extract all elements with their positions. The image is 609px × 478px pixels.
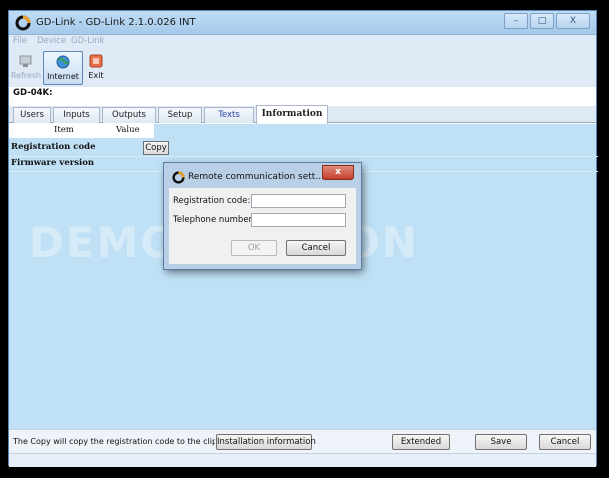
gd-link-logo-icon — [172, 171, 185, 184]
tab-outputs[interactable]: Outputs — [102, 107, 156, 123]
row-registration-code: Registration code — [11, 142, 96, 152]
tab-information[interactable]: Information — [256, 105, 328, 124]
internet-globe-icon — [56, 55, 70, 69]
row-firmware-version: Firmware version — [11, 158, 95, 168]
close-button[interactable]: X — [556, 13, 590, 29]
copy-hint-text: The Copy will copy the registration code… — [13, 437, 215, 446]
remote-communication-dialog: Remote communication sett... x Registrat… — [163, 162, 362, 270]
table-header: Item Value — [9, 124, 154, 138]
title-bar[interactable]: GD-Link - GD-Link 2.1.0.026 INT – □ X — [9, 11, 596, 35]
column-value: Value — [116, 125, 140, 135]
tab-users[interactable]: Users — [13, 107, 51, 123]
tab-bar: Users Inputs Outputs Setup Texts Informa… — [9, 105, 596, 124]
status-bar — [9, 453, 596, 467]
copy-button[interactable]: Copy — [143, 141, 169, 155]
exit-label: Exit — [88, 71, 104, 80]
toolbar: Refresh Internet Exit — [9, 49, 596, 87]
refresh-button[interactable]: Refresh — [11, 51, 41, 85]
tab-inputs[interactable]: Inputs — [53, 107, 100, 123]
registration-code-input[interactable] — [251, 194, 346, 208]
exit-icon — [89, 54, 103, 68]
menu-bar: File Device GD-Link — [9, 35, 596, 49]
cancel-button[interactable]: Cancel — [539, 434, 591, 450]
menu-gd-link[interactable]: GD-Link — [71, 36, 105, 46]
dialog-cancel-button[interactable]: Cancel — [286, 240, 346, 256]
telephone-number-input[interactable] — [251, 213, 346, 227]
tab-texts[interactable]: Texts — [204, 107, 254, 123]
column-item: Item — [54, 125, 74, 135]
internet-label: Internet — [47, 72, 79, 81]
refresh-label: Refresh — [10, 71, 42, 80]
device-label: GD-04K: — [13, 88, 53, 98]
dialog-body: Registration code: Telephone number: OK … — [169, 188, 356, 264]
tab-setup[interactable]: Setup — [158, 107, 202, 123]
menu-device[interactable]: Device — [37, 36, 66, 46]
menu-file[interactable]: File — [13, 36, 27, 46]
installation-information-button[interactable]: Installation information — [216, 434, 316, 450]
bottom-bar: The Copy will copy the registration code… — [9, 429, 596, 453]
telephone-number-label: Telephone number: — [173, 215, 255, 225]
save-button[interactable]: Save — [475, 434, 527, 450]
registration-code-label: Registration code: — [173, 196, 251, 206]
dialog-title: Remote communication sett... — [188, 172, 324, 182]
app-window: GD-Link - GD-Link 2.1.0.026 INT – □ X Fi… — [8, 10, 598, 467]
minimize-button[interactable]: – — [504, 13, 528, 29]
dialog-ok-button[interactable]: OK — [231, 240, 277, 256]
internet-button[interactable]: Internet — [43, 51, 83, 85]
row-divider — [9, 156, 598, 157]
window-title: GD-Link - GD-Link 2.1.0.026 INT — [36, 17, 196, 28]
dialog-title-bar[interactable]: Remote communication sett... x — [169, 165, 356, 188]
extended-button[interactable]: Extended — [392, 434, 450, 450]
maximize-button[interactable]: □ — [530, 13, 554, 29]
refresh-icon — [19, 55, 32, 67]
exit-button[interactable]: Exit — [85, 51, 107, 85]
gd-link-logo-icon — [15, 15, 31, 31]
dialog-close-button[interactable]: x — [322, 165, 354, 180]
